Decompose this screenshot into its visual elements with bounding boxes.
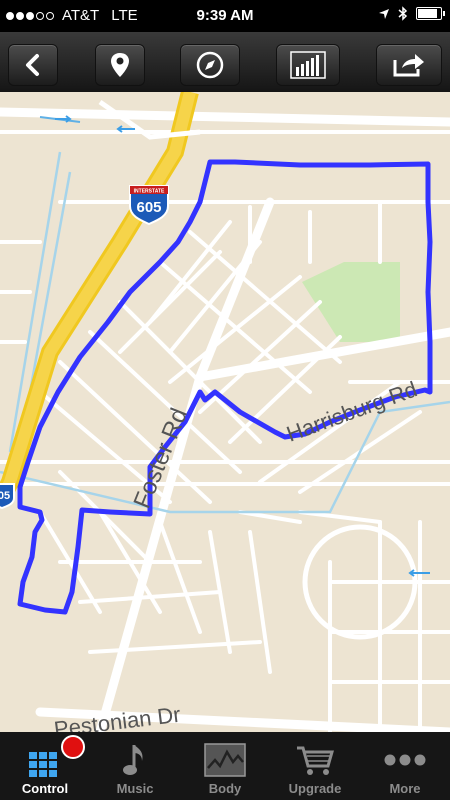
toolbar (0, 32, 450, 92)
compass-icon (196, 51, 224, 79)
more-dots-icon (384, 754, 426, 766)
map-canvas: INTERSTATE 605 05 Foster Rd Harrisburg R… (0, 92, 450, 732)
street-label-pestonian-dr: Pestonian Dr (53, 702, 182, 732)
record-indicator-icon (61, 735, 85, 759)
arterial-roads (0, 107, 450, 732)
share-button[interactable] (376, 44, 442, 86)
shield-number: 605 (136, 199, 161, 216)
grid-icon (29, 752, 57, 777)
location-button[interactable] (95, 44, 145, 86)
tab-bar: Control Music Body Upgrade More (0, 732, 450, 800)
tab-upgrade-label: Upgrade (288, 781, 342, 796)
status-bar: AT&T LTE 9:39 AM (0, 0, 450, 32)
local-streets (0, 130, 450, 732)
stats-button[interactable] (276, 44, 340, 86)
location-arrow-icon (379, 8, 389, 19)
cart-icon (297, 746, 334, 775)
park-area (302, 262, 400, 342)
activity-graph-icon (204, 743, 246, 777)
shield-partial-number: 05 (0, 490, 10, 502)
tab-body[interactable]: Body (180, 732, 270, 800)
tab-more-label: More (389, 781, 421, 796)
back-icon (26, 54, 39, 76)
battery-icon (416, 7, 445, 20)
tab-body-label: Body (208, 781, 242, 796)
location-pin-icon (111, 53, 129, 77)
shield-header: INTERSTATE (134, 189, 165, 195)
back-button[interactable] (8, 44, 58, 86)
status-right (378, 6, 445, 21)
compass-button[interactable] (180, 44, 240, 86)
tab-control[interactable]: Control (0, 732, 90, 800)
tab-control-label: Control (21, 781, 69, 796)
tab-more[interactable]: More (360, 732, 450, 800)
tab-music-label: Music (116, 781, 154, 796)
interstate-shield-partial: 05 (0, 483, 15, 510)
bluetooth-icon (398, 6, 408, 21)
bar-chart-icon (290, 51, 326, 79)
tab-music[interactable]: Music (90, 732, 180, 800)
tab-upgrade[interactable]: Upgrade (270, 732, 360, 800)
map-view[interactable]: INTERSTATE 605 05 Foster Rd Harrisburg R… (0, 92, 450, 732)
share-icon (393, 54, 424, 77)
music-note-icon (123, 745, 143, 775)
